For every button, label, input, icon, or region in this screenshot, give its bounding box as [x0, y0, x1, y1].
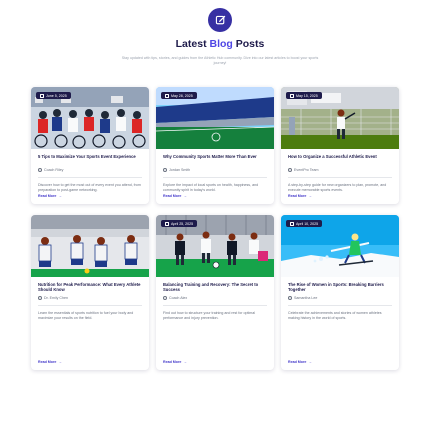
post-image: June 5, 2025 [31, 87, 149, 149]
post-author: Jordan Smith [163, 168, 267, 172]
post-author-name: Coach Alex [169, 296, 188, 300]
post-title[interactable]: The Rise of Women in Sports: Breaking Ba… [288, 282, 392, 293]
user-icon [163, 296, 167, 300]
post-author-name: EventPro Team [294, 168, 319, 172]
calendar-icon [290, 221, 294, 226]
post-excerpt: Celebrate the achievements and stories o… [288, 310, 382, 320]
calendar-icon [290, 93, 294, 98]
post-date: June 5, 2025 [46, 93, 67, 98]
blog-card[interactable]: Nutrition for Peak Performance: What Eve… [31, 215, 149, 370]
post-date-badge: April 25, 2025 [161, 220, 198, 227]
post-date-badge: April 10, 2025 [286, 220, 323, 227]
post-title[interactable]: Balancing Training and Recovery: The Sec… [163, 282, 267, 293]
divider [163, 305, 267, 306]
blog-card[interactable]: June 5, 2025 5 Tips to Maximize Your Spo… [31, 87, 149, 204]
post-excerpt: Find out how to structure your training … [163, 310, 256, 320]
read-more-label: Read More [288, 194, 307, 198]
calendar-icon [40, 93, 44, 98]
post-image: May 28, 2025 [156, 87, 274, 149]
edit-icon [208, 8, 232, 32]
read-more-link[interactable]: Read More → [288, 360, 312, 364]
read-more-label: Read More [163, 194, 182, 198]
user-icon [288, 168, 292, 172]
calendar-icon [165, 221, 169, 226]
post-image: May 15, 2025 [281, 87, 399, 149]
divider [288, 305, 392, 306]
blog-card[interactable]: April 25, 2025 Balancing Training and Re… [156, 215, 274, 370]
read-more-label: Read More [38, 194, 57, 198]
read-more-link[interactable]: Read More → [163, 360, 187, 364]
post-date-badge: June 5, 2025 [36, 92, 71, 99]
read-more-link[interactable]: Read More → [288, 194, 312, 198]
blog-header: Latest Blog Posts Stay updated with tips… [0, 8, 440, 66]
post-date-badge: May 28, 2025 [161, 92, 197, 99]
blog-grid: June 5, 2025 5 Tips to Maximize Your Spo… [31, 87, 405, 370]
user-icon [38, 168, 42, 172]
read-more-label: Read More [288, 360, 307, 364]
post-author: Coach Riley [38, 168, 142, 172]
post-image: April 10, 2025 [281, 215, 399, 277]
title-end: Posts [235, 38, 265, 50]
read-more-label: Read More [163, 360, 182, 364]
post-image [31, 215, 149, 277]
arrow-right-icon: → [308, 194, 312, 198]
user-icon [163, 168, 167, 172]
page-subtitle: Stay updated with tips, stories, and gui… [121, 56, 319, 66]
post-title[interactable]: 5 Tips to Maximize Your Sports Event Exp… [38, 154, 142, 165]
post-title[interactable]: How to Organize a Successful Athletic Ev… [288, 154, 392, 165]
post-author-name: Samantha Lee [294, 296, 318, 300]
post-date-badge: May 15, 2025 [286, 92, 322, 99]
divider [288, 177, 392, 178]
post-excerpt: Learn the essentials of sports nutrition… [38, 310, 134, 320]
post-author: Coach Alex [163, 296, 267, 300]
user-icon [38, 296, 42, 300]
post-author-name: Dr. Emily Chen [44, 296, 68, 300]
arrow-right-icon: → [183, 194, 187, 198]
arrow-right-icon: → [58, 194, 62, 198]
post-title[interactable]: Why Community Sports Matter More Than Ev… [163, 154, 267, 165]
post-author-name: Jordan Smith [169, 168, 191, 172]
blog-card[interactable]: May 15, 2025 How to Organize a Successfu… [281, 87, 399, 204]
blog-card[interactable]: April 10, 2025 The Rise of Women in Spor… [281, 215, 399, 370]
user-icon [288, 296, 292, 300]
divider [163, 177, 267, 178]
arrow-right-icon: → [58, 360, 62, 364]
post-image: April 25, 2025 [156, 215, 274, 277]
arrow-right-icon: → [183, 360, 187, 364]
post-author: EventPro Team [288, 168, 392, 172]
divider [38, 305, 142, 306]
read-more-link[interactable]: Read More → [38, 360, 62, 364]
post-author-name: Coach Riley [44, 168, 64, 172]
title-accent: Blog [209, 38, 233, 50]
post-title[interactable]: Nutrition for Peak Performance: What Eve… [38, 282, 142, 293]
blog-card[interactable]: May 28, 2025 Why Community Sports Matter… [156, 87, 274, 204]
read-more-link[interactable]: Read More → [38, 194, 62, 198]
post-author: Dr. Emily Chen [38, 296, 142, 300]
title-main: Latest [175, 38, 207, 50]
read-more-link[interactable]: Read More → [163, 194, 187, 198]
post-date: May 28, 2025 [171, 93, 193, 98]
post-date: April 25, 2025 [171, 221, 194, 226]
page-title: Latest Blog Posts [0, 38, 440, 50]
arrow-right-icon: → [308, 360, 312, 364]
post-author: Samantha Lee [288, 296, 392, 300]
divider [38, 177, 142, 178]
post-date: May 15, 2025 [296, 93, 318, 98]
read-more-label: Read More [38, 360, 57, 364]
calendar-icon [165, 93, 169, 98]
post-date: April 10, 2025 [296, 221, 319, 226]
